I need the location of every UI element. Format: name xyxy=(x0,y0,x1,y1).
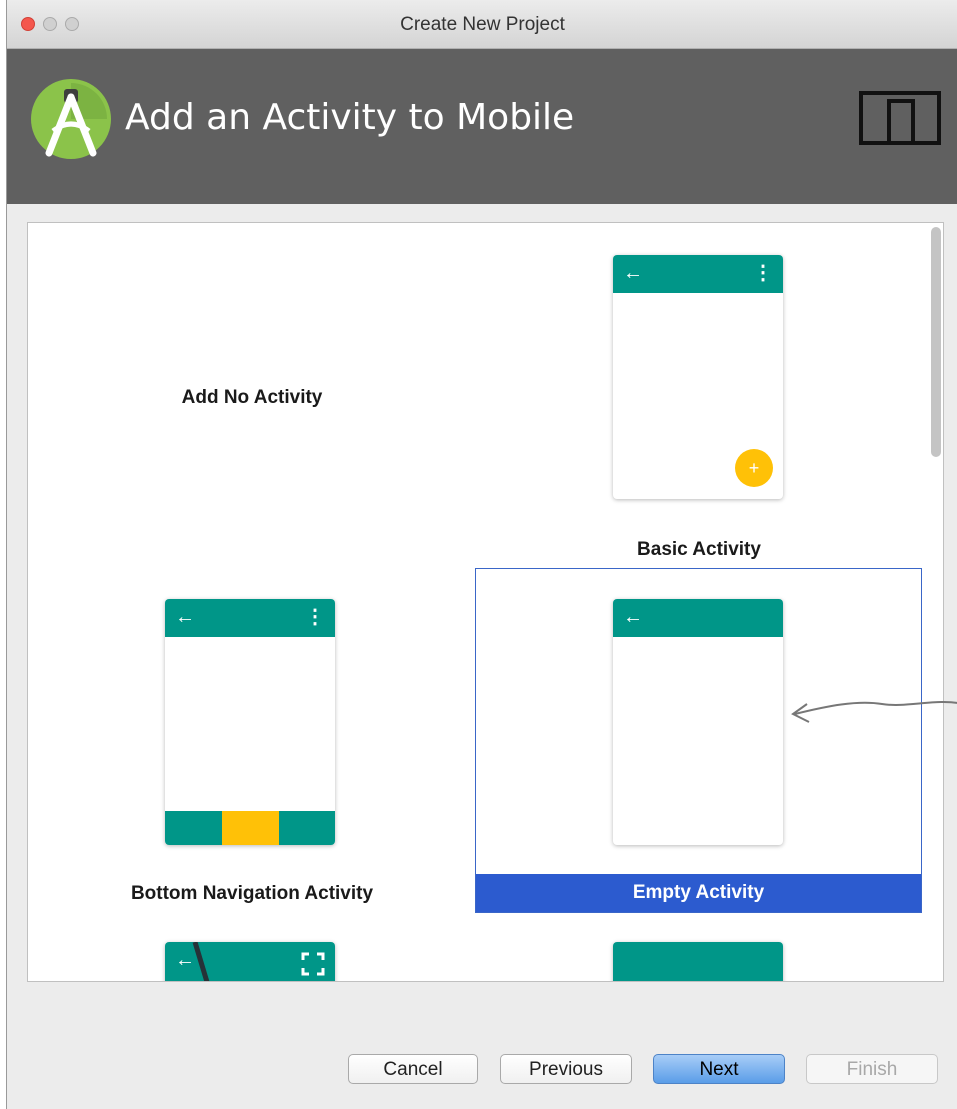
diagonal-stripe-icon xyxy=(192,942,210,981)
fullscreen-icon xyxy=(301,952,325,976)
back-arrow-icon: ← xyxy=(175,606,195,628)
fab-plus-icon: + xyxy=(735,449,773,487)
title-bar[interactable]: Create New Project xyxy=(7,0,957,49)
bottom-navigation-active-item xyxy=(222,811,279,845)
next-button[interactable]: Next xyxy=(653,1054,785,1084)
android-studio-logo-icon xyxy=(31,79,111,159)
gallery-scrollbar[interactable] xyxy=(931,227,941,457)
toolbar: ← xyxy=(165,942,335,981)
window-title: Create New Project xyxy=(400,14,565,35)
toolbar xyxy=(613,942,783,981)
cancel-button[interactable]: Cancel xyxy=(348,1054,478,1084)
activity-option-add-no-activity[interactable]: Add No Activity xyxy=(28,223,476,569)
fullscreen-activity-thumbnail[interactable]: ← xyxy=(165,942,335,981)
page-title: Add an Activity to Mobile xyxy=(125,97,575,138)
previous-button[interactable]: Previous xyxy=(500,1054,632,1084)
finish-button[interactable]: Finish xyxy=(806,1054,938,1084)
bottom-navigation-bar xyxy=(165,811,335,845)
navigation-drawer-thumbnail[interactable] xyxy=(613,942,783,981)
overflow-menu-icon: ⋮ xyxy=(305,606,325,628)
activity-option-empty-activity[interactable]: ← Empty Activity xyxy=(475,568,922,913)
back-arrow-icon: ← xyxy=(623,606,643,628)
back-arrow-icon: ← xyxy=(623,262,643,284)
activity-option-label: Bottom Navigation Activity xyxy=(130,883,374,904)
phone-tablet-icon xyxy=(859,91,941,145)
activity-option-label: Empty Activity xyxy=(476,874,921,912)
wizard-header: Add an Activity to Mobile xyxy=(7,49,957,204)
annotation-arrow-icon xyxy=(791,701,957,723)
activity-gallery[interactable]: Add No Activity ← ⋮ + Basic Activity ← ⋮ xyxy=(27,222,944,982)
empty-activity-thumbnail: ← xyxy=(613,599,783,845)
activity-option-label: Basic Activity xyxy=(637,539,761,560)
toolbar: ← ⋮ xyxy=(165,599,335,637)
activity-option-basic-activity[interactable]: ← ⋮ + Basic Activity xyxy=(476,223,922,569)
activity-option-label: Add No Activity xyxy=(181,387,323,408)
bottom-navigation-thumbnail: ← ⋮ xyxy=(165,599,335,845)
basic-activity-thumbnail: ← ⋮ + xyxy=(613,255,783,499)
overflow-menu-icon: ⋮ xyxy=(753,262,773,284)
activity-option-bottom-navigation-activity[interactable]: ← ⋮ Bottom Navigation Activity xyxy=(28,569,476,911)
toolbar: ← ⋮ xyxy=(613,255,783,293)
toolbar: ← xyxy=(613,599,783,637)
create-project-window: Create New Project Add an Activity to Mo… xyxy=(6,0,957,1109)
